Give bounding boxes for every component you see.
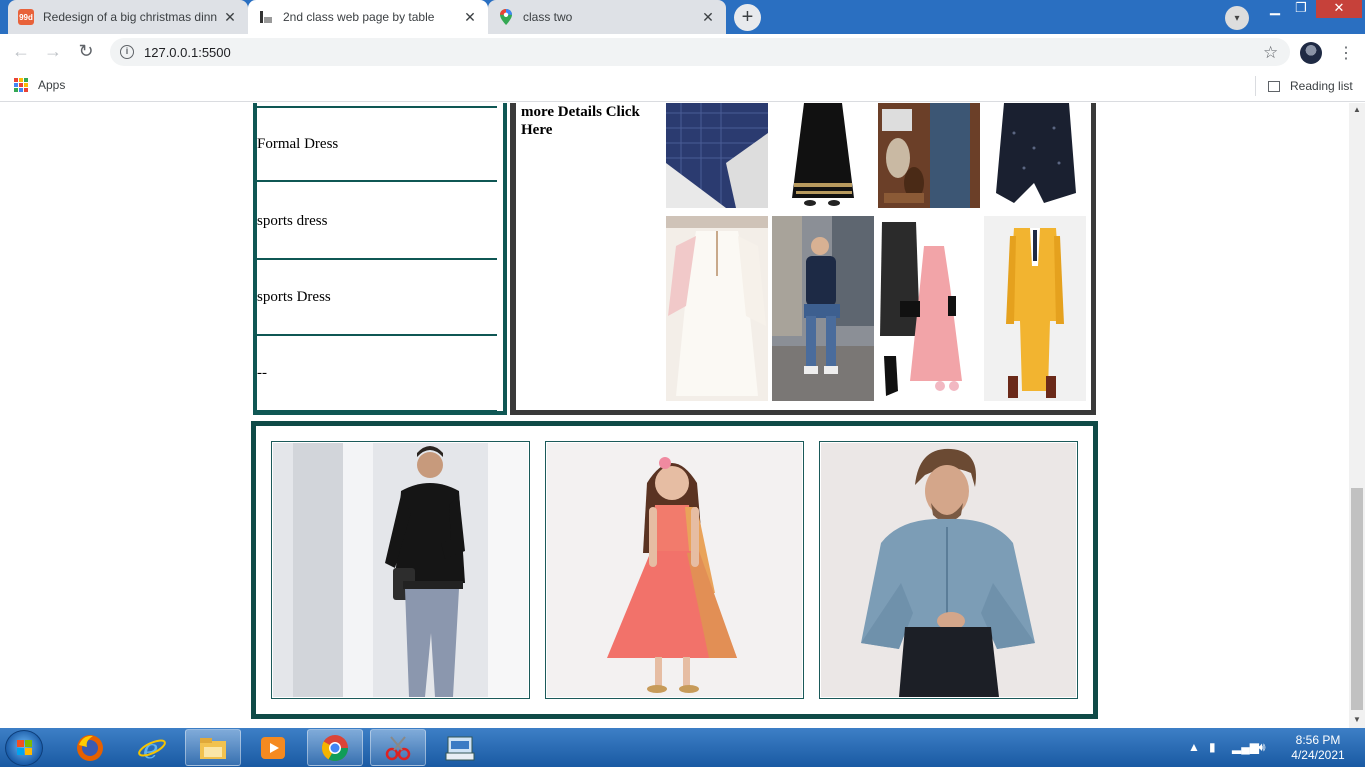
man-black-shirt-photo	[273, 443, 528, 697]
apps-grid-icon	[14, 78, 28, 92]
page-viewport: Formal Dress sports dress sports Dress -…	[0, 103, 1349, 728]
clock-time: 8:56 PM	[1295, 733, 1341, 747]
reading-list-button[interactable]: Reading list	[1255, 76, 1353, 96]
tab-class-two[interactable]: class two ✕	[488, 0, 726, 34]
media-player-icon[interactable]	[245, 729, 301, 766]
volume-icon[interactable]: 🔊︎	[1258, 740, 1266, 755]
file-explorer-icon[interactable]	[185, 729, 241, 766]
chrome-icon[interactable]	[307, 729, 363, 766]
reading-list-icon	[1268, 80, 1280, 92]
maps-pin-icon	[498, 9, 514, 25]
minimize-icon[interactable]: ▁	[1263, 0, 1287, 18]
reload-icon[interactable]: ↻	[74, 40, 98, 64]
bookmarks-bar: Apps Reading list	[0, 70, 1365, 102]
svg-text:e: e	[143, 735, 158, 763]
category-label: --	[257, 364, 267, 381]
network-icon[interactable]: ▂▄▆	[1232, 740, 1259, 754]
man-sitting-street-image	[772, 216, 874, 401]
close-icon[interactable]: ✕	[462, 9, 478, 26]
bookmark-star-icon[interactable]: ☆	[1263, 43, 1278, 63]
scroll-up-icon[interactable]: ▲	[1353, 105, 1361, 114]
snipping-tool-icon[interactable]	[370, 729, 426, 766]
99d-icon: 99d	[18, 9, 34, 25]
category-cell: sports Dress	[257, 260, 497, 336]
black-sheer-top-image	[984, 103, 1086, 208]
category-label: Formal Dress	[257, 135, 339, 152]
category-cell: sports dress	[257, 184, 497, 260]
more-menu-icon[interactable]: ⋮	[1338, 43, 1354, 63]
page-scrollbar[interactable]: ▲ ▼	[1349, 103, 1365, 728]
category-label: sports Dress	[257, 288, 331, 305]
man-denim-shirt-photo	[821, 443, 1076, 697]
category-cell: --	[257, 336, 497, 412]
start-button[interactable]	[5, 730, 43, 766]
shoes-and-jeans-image	[878, 103, 980, 208]
yellow-suit-image	[984, 216, 1086, 401]
scrollbar-thumb[interactable]	[1351, 488, 1363, 710]
action-center-icon[interactable]: ▮	[1209, 740, 1216, 754]
firefox-icon[interactable]	[62, 729, 118, 766]
featured-cell	[271, 441, 530, 699]
new-tab-button[interactable]: +	[734, 4, 761, 31]
system-clock[interactable]: 8:56 PM 4/24/2021	[1283, 733, 1353, 763]
clock-date: 4/24/2021	[1291, 748, 1345, 762]
category-cell: Formal Dress	[257, 106, 497, 182]
category-label: sports dress	[257, 212, 328, 229]
apps-label: Apps	[38, 78, 66, 92]
featured-cell	[819, 441, 1078, 699]
white-embroidered-dress-image	[666, 216, 768, 401]
site-info-icon[interactable]: i	[120, 45, 134, 59]
show-hidden-icons[interactable]: ▲	[1188, 740, 1200, 754]
apps-shortcut[interactable]: Apps	[14, 78, 65, 92]
navy-check-shirt-image	[666, 103, 768, 208]
tab-title: 2nd class web page by table	[283, 10, 435, 24]
close-window-icon[interactable]: ✕	[1316, 0, 1362, 18]
more-details-link[interactable]: more Details Click Here	[521, 103, 661, 139]
page-logo-icon	[258, 9, 274, 25]
keyboard-icon[interactable]	[432, 729, 488, 766]
back-icon[interactable]: ←	[9, 40, 33, 64]
reading-list-label: Reading list	[1290, 79, 1353, 93]
black-abaya-image	[772, 103, 874, 208]
forward-icon[interactable]: →	[41, 40, 65, 64]
girl-coral-dress-photo	[547, 443, 802, 697]
pink-dress-outfit-image	[878, 216, 980, 401]
featured-cell	[545, 441, 804, 699]
close-icon[interactable]: ✕	[222, 9, 238, 26]
tab-title: class two	[523, 10, 573, 24]
tab-2nd-class[interactable]: 2nd class web page by table ✕	[248, 0, 488, 34]
tab-redesign[interactable]: 99d Redesign of a big christmas dinn ✕	[8, 0, 248, 34]
restore-icon[interactable]: ❐	[1290, 0, 1312, 18]
close-icon[interactable]: ✕	[700, 9, 716, 26]
scroll-down-icon[interactable]: ▼	[1353, 715, 1361, 724]
url-text: 127.0.0.1:5500	[144, 44, 231, 60]
windows-taskbar: e ▲ ▮ ▂▄▆ 🔊︎ 8:56 PM 4/24/2021	[0, 728, 1365, 767]
tab-title: Redesign of a big christmas dinn	[43, 10, 218, 24]
browser-toolbar: ← → ↻ i 127.0.0.1:5500 ☆ ⋮	[0, 34, 1365, 70]
browser-titlebar: 99d Redesign of a big christmas dinn ✕ 2…	[0, 0, 1365, 34]
internet-explorer-icon[interactable]: e	[124, 729, 180, 766]
tab-search-icon[interactable]: ▾	[1225, 6, 1249, 30]
address-bar[interactable]: i 127.0.0.1:5500	[110, 38, 1290, 66]
profile-avatar[interactable]	[1300, 42, 1322, 64]
